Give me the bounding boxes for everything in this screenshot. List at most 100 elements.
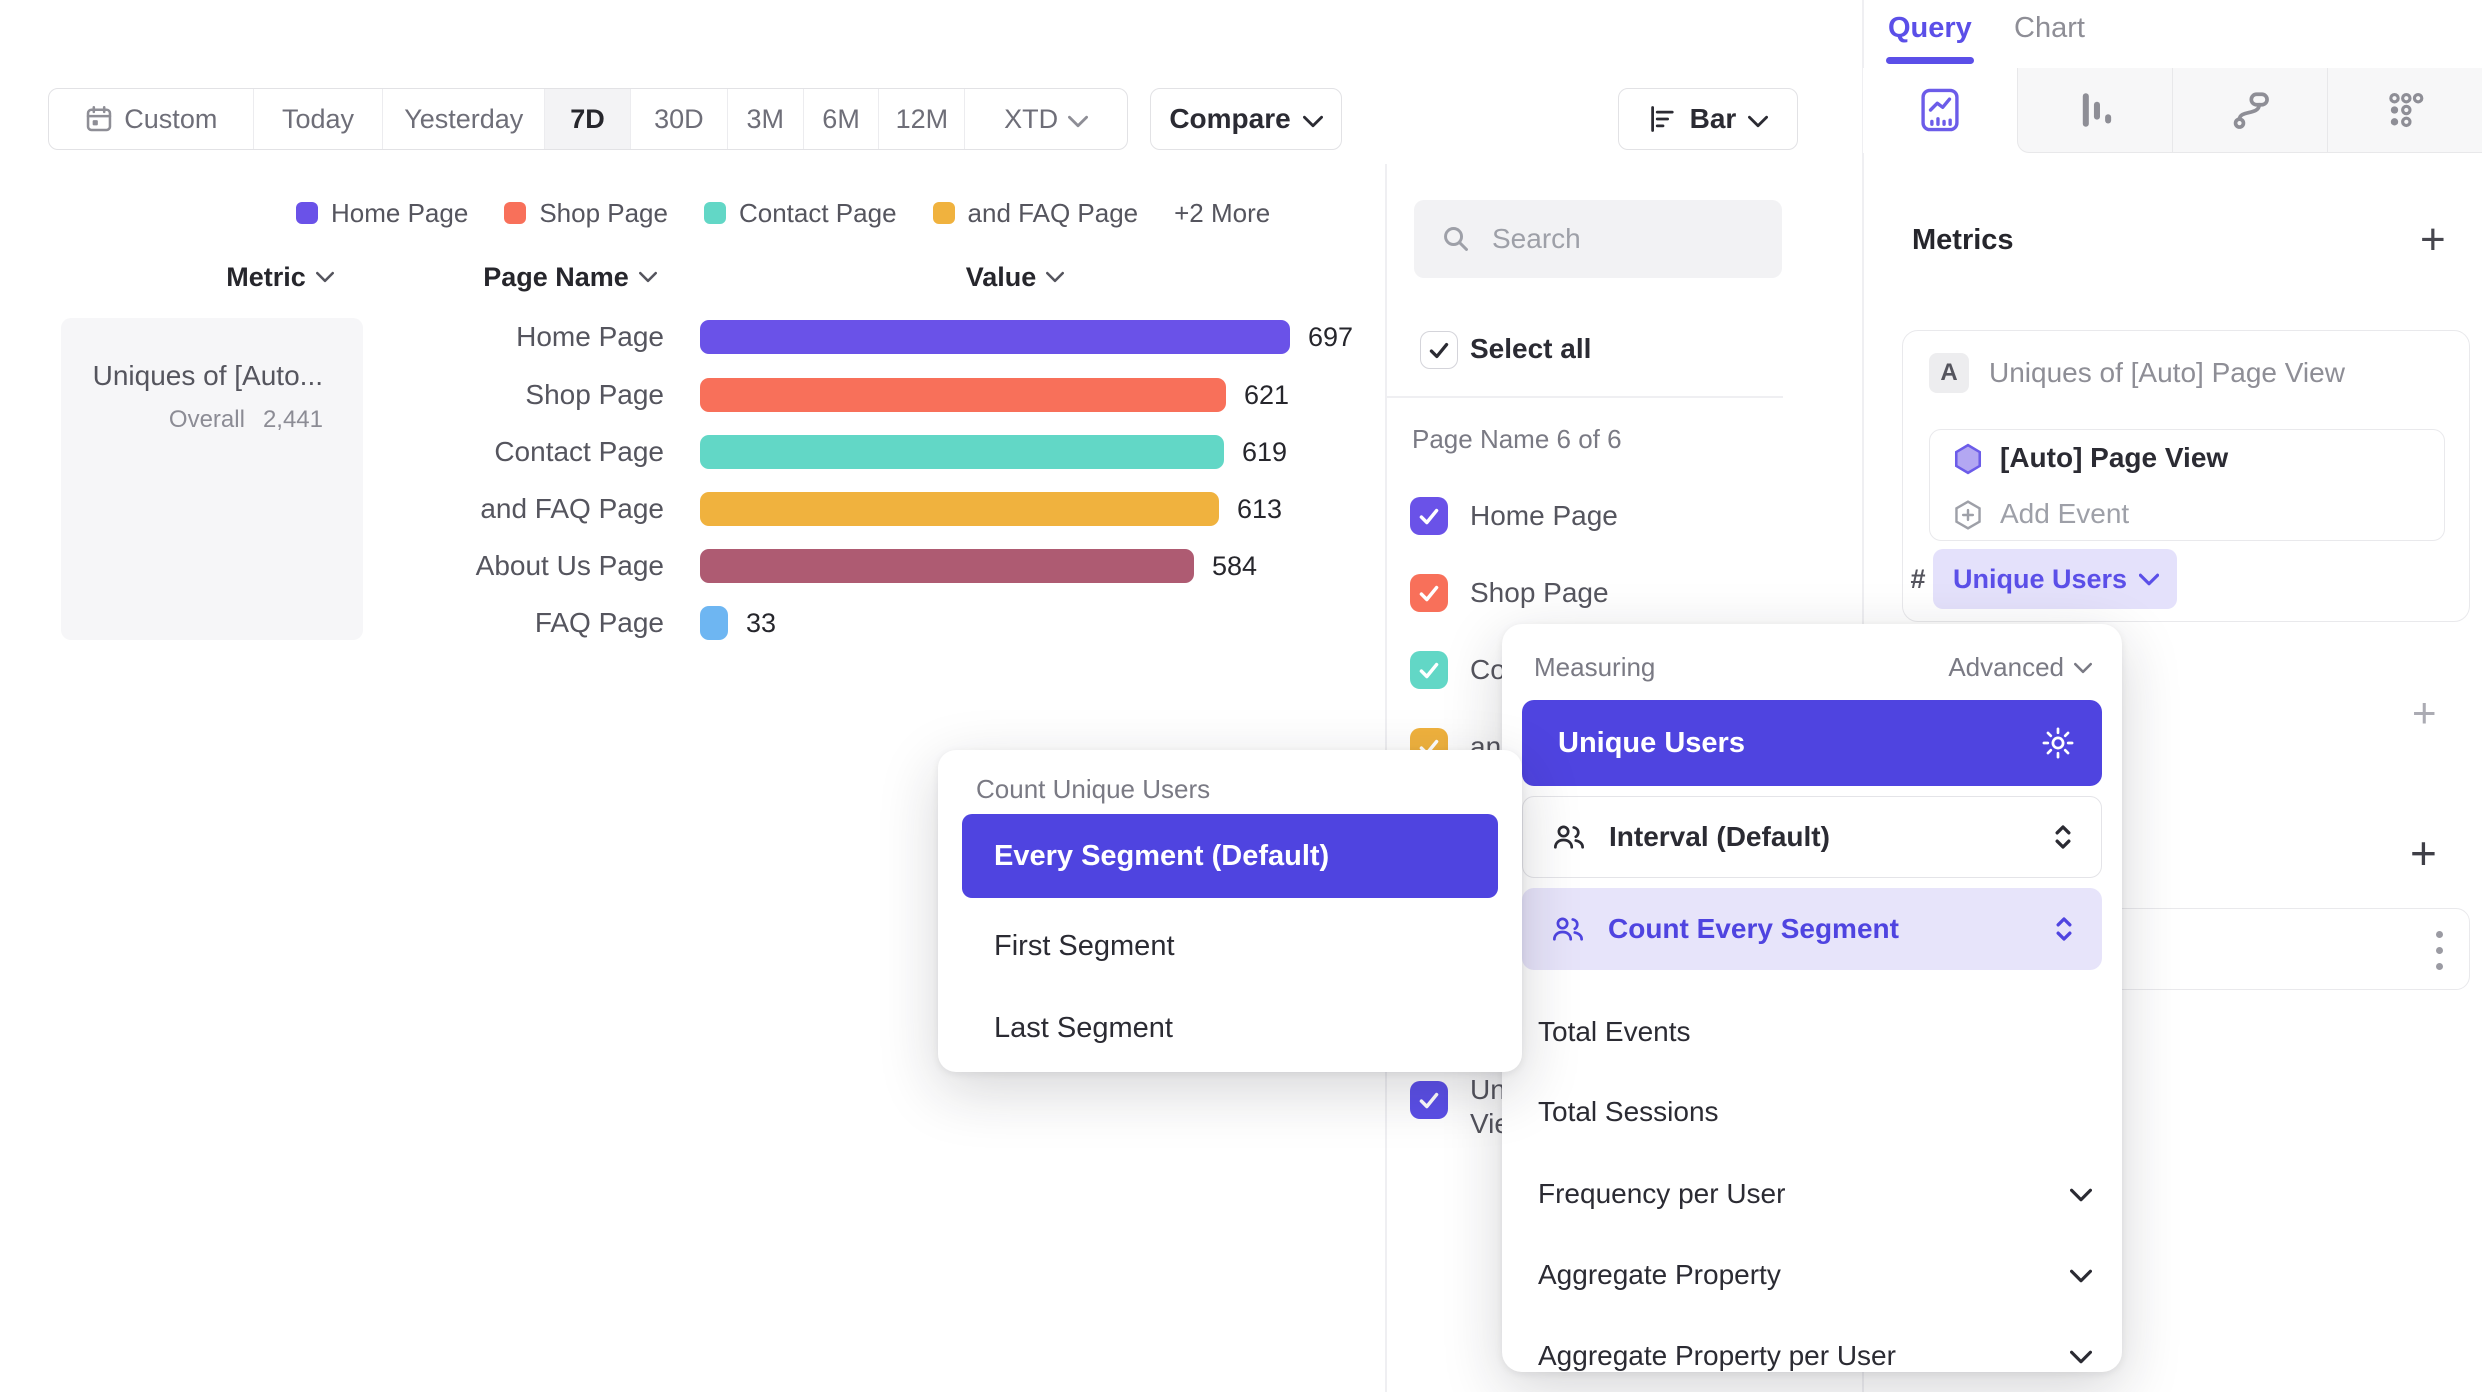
- date-range-7d[interactable]: 7D: [545, 89, 631, 149]
- chart-legend: Home Page Shop Page Contact Page and FAQ…: [296, 194, 1270, 232]
- measuring-option-aggregate-property[interactable]: Aggregate Property: [1538, 1255, 1781, 1295]
- tab-funnels[interactable]: [2017, 68, 2172, 153]
- bar-about-us-page[interactable]: [700, 549, 1194, 583]
- search-input[interactable]: Search: [1414, 200, 1782, 278]
- date-range-label: 30D: [654, 104, 704, 135]
- more-options-icon[interactable]: [2436, 931, 2443, 970]
- column-header-value[interactable]: Value: [915, 260, 1115, 294]
- chart-row: and FAQ Page 613: [0, 489, 1385, 529]
- legend-swatch: [296, 202, 318, 224]
- legend-item[interactable]: and FAQ Page: [933, 198, 1139, 229]
- bar-value: 619: [1242, 432, 1287, 472]
- add-breakdown-button[interactable]: +: [2410, 830, 2437, 876]
- column-header-page-name[interactable]: Page Name: [470, 260, 670, 294]
- calendar-icon: [84, 104, 114, 134]
- event-block: [Auto] Page View Add Event: [1929, 429, 2445, 541]
- add-filter-button[interactable]: +: [2412, 692, 2437, 734]
- tab-chart[interactable]: Chart: [2014, 12, 2085, 45]
- metric-summary-card[interactable]: Uniques of [Auto... Overall 2,441: [61, 318, 363, 640]
- checkbox-contact-page[interactable]: [1410, 651, 1448, 689]
- date-range-label: 12M: [896, 104, 949, 135]
- insights-icon: [1919, 87, 1961, 133]
- column-header-label: Page Name: [483, 262, 629, 293]
- column-header-metric[interactable]: Metric: [180, 260, 380, 294]
- add-event-label[interactable]: Add Event: [2000, 486, 2129, 542]
- date-range-6m[interactable]: 6M: [804, 89, 880, 149]
- bar-value: 613: [1237, 489, 1282, 529]
- date-range-12m[interactable]: 12M: [879, 89, 965, 149]
- advanced-toggle[interactable]: Advanced: [1948, 652, 2092, 683]
- tab-query[interactable]: Query: [1888, 12, 1972, 45]
- segment-label: Contact Page: [300, 432, 664, 472]
- bar-shop-page[interactable]: [700, 378, 1226, 412]
- measuring-option-frequency-per-user[interactable]: Frequency per User: [1538, 1174, 1785, 1214]
- metric-card: A Uniques of [Auto] Page View [Auto] Pag…: [1902, 330, 2470, 622]
- measuring-popup: Measuring Advanced Unique Users Interval…: [1502, 624, 2122, 1372]
- legend-label: Contact Page: [739, 198, 897, 229]
- selected-count-option-label: Every Segment (Default): [994, 840, 1329, 873]
- legend-item[interactable]: Home Page: [296, 198, 468, 229]
- measuring-option-unique-users[interactable]: Unique Users: [1522, 700, 2102, 786]
- search-icon: [1440, 223, 1472, 255]
- legend-swatch: [704, 202, 726, 224]
- event-name[interactable]: [Auto] Page View: [2000, 430, 2228, 486]
- legend-more[interactable]: +2 More: [1174, 198, 1270, 229]
- segment-item-label[interactable]: Home Page: [1470, 497, 1618, 535]
- date-range-today[interactable]: Today: [254, 89, 384, 149]
- stepper-row-count-every-segment[interactable]: Count Every Segment: [1522, 888, 2102, 970]
- checkbox-home-page[interactable]: [1410, 497, 1448, 535]
- compare-button[interactable]: Compare: [1150, 88, 1342, 150]
- chevron-down-icon[interactable]: [2070, 1188, 2092, 1207]
- advanced-label: Advanced: [1948, 652, 2064, 683]
- chevron-down-icon[interactable]: [2070, 1350, 2092, 1369]
- metric-title[interactable]: Uniques of [Auto] Page View: [1989, 353, 2345, 393]
- measuring-option-aggregate-property-per-user[interactable]: Aggregate Property per User: [1538, 1336, 1896, 1376]
- metrics-section-title: Metrics: [1912, 224, 2014, 257]
- segment-item-label[interactable]: Shop Page: [1470, 574, 1609, 612]
- measuring-option-total-sessions[interactable]: Total Sessions: [1538, 1092, 1719, 1132]
- legend-swatch: [504, 202, 526, 224]
- gear-icon[interactable]: [2040, 725, 2076, 761]
- tab-insights[interactable]: [1863, 68, 2017, 153]
- active-tab-underline: [1886, 57, 1974, 64]
- stepper-row-interval[interactable]: Interval (Default): [1522, 796, 2102, 878]
- legend-item[interactable]: Shop Page: [504, 198, 668, 229]
- select-all-label[interactable]: Select all: [1470, 330, 1591, 368]
- count-type-chip[interactable]: Unique Users: [1933, 549, 2177, 609]
- date-range-custom[interactable]: Custom: [49, 89, 254, 149]
- date-range-xtd[interactable]: XTD: [965, 89, 1127, 149]
- add-metric-button[interactable]: +: [2420, 218, 2446, 262]
- checkbox-shop-page[interactable]: [1410, 574, 1448, 612]
- tab-retention[interactable]: [2327, 68, 2482, 153]
- count-unique-users-popup: Count Unique Users Every Segment (Defaul…: [938, 750, 1522, 1072]
- chevron-down-icon: [2139, 573, 2159, 586]
- measuring-option-total-events[interactable]: Total Events: [1538, 1012, 1691, 1052]
- date-range-3m[interactable]: 3M: [728, 89, 804, 149]
- date-range-yesterday[interactable]: Yesterday: [383, 89, 545, 149]
- bar-and-faq-page[interactable]: [700, 492, 1219, 526]
- legend-item[interactable]: Contact Page: [704, 198, 897, 229]
- chevron-down-icon[interactable]: [2070, 1269, 2092, 1288]
- count-option-every-segment[interactable]: Every Segment (Default): [962, 814, 1498, 898]
- chart-type-button[interactable]: Bar: [1618, 88, 1798, 150]
- date-range-label: Today: [282, 104, 354, 135]
- bar-home-page[interactable]: [700, 320, 1290, 354]
- date-range-30d[interactable]: 30D: [631, 89, 728, 149]
- count-option-first-segment[interactable]: First Segment: [994, 922, 1175, 970]
- compare-label: Compare: [1169, 103, 1290, 135]
- date-range-control: Custom Today Yesterday 7D 30D 3M 6M 12M …: [48, 88, 1128, 150]
- tab-flows[interactable]: [2172, 68, 2327, 153]
- checkbox-uniques-metric[interactable]: [1410, 1081, 1448, 1119]
- add-event-icon: [1951, 498, 1985, 537]
- chevron-down-icon: [1046, 271, 1064, 283]
- retention-icon: [2384, 89, 2426, 131]
- bar-contact-page[interactable]: [700, 435, 1224, 469]
- select-all-checkbox[interactable]: [1420, 331, 1458, 369]
- count-option-last-segment[interactable]: Last Segment: [994, 1004, 1173, 1052]
- chart-row: Shop Page 621: [0, 375, 1385, 415]
- stepper-icon[interactable]: [2051, 822, 2075, 852]
- stepper-label: Count Every Segment: [1608, 913, 1899, 945]
- stepper-icon[interactable]: [2052, 914, 2076, 944]
- bar-faq-page[interactable]: [700, 606, 728, 640]
- date-range-label: 6M: [822, 104, 860, 135]
